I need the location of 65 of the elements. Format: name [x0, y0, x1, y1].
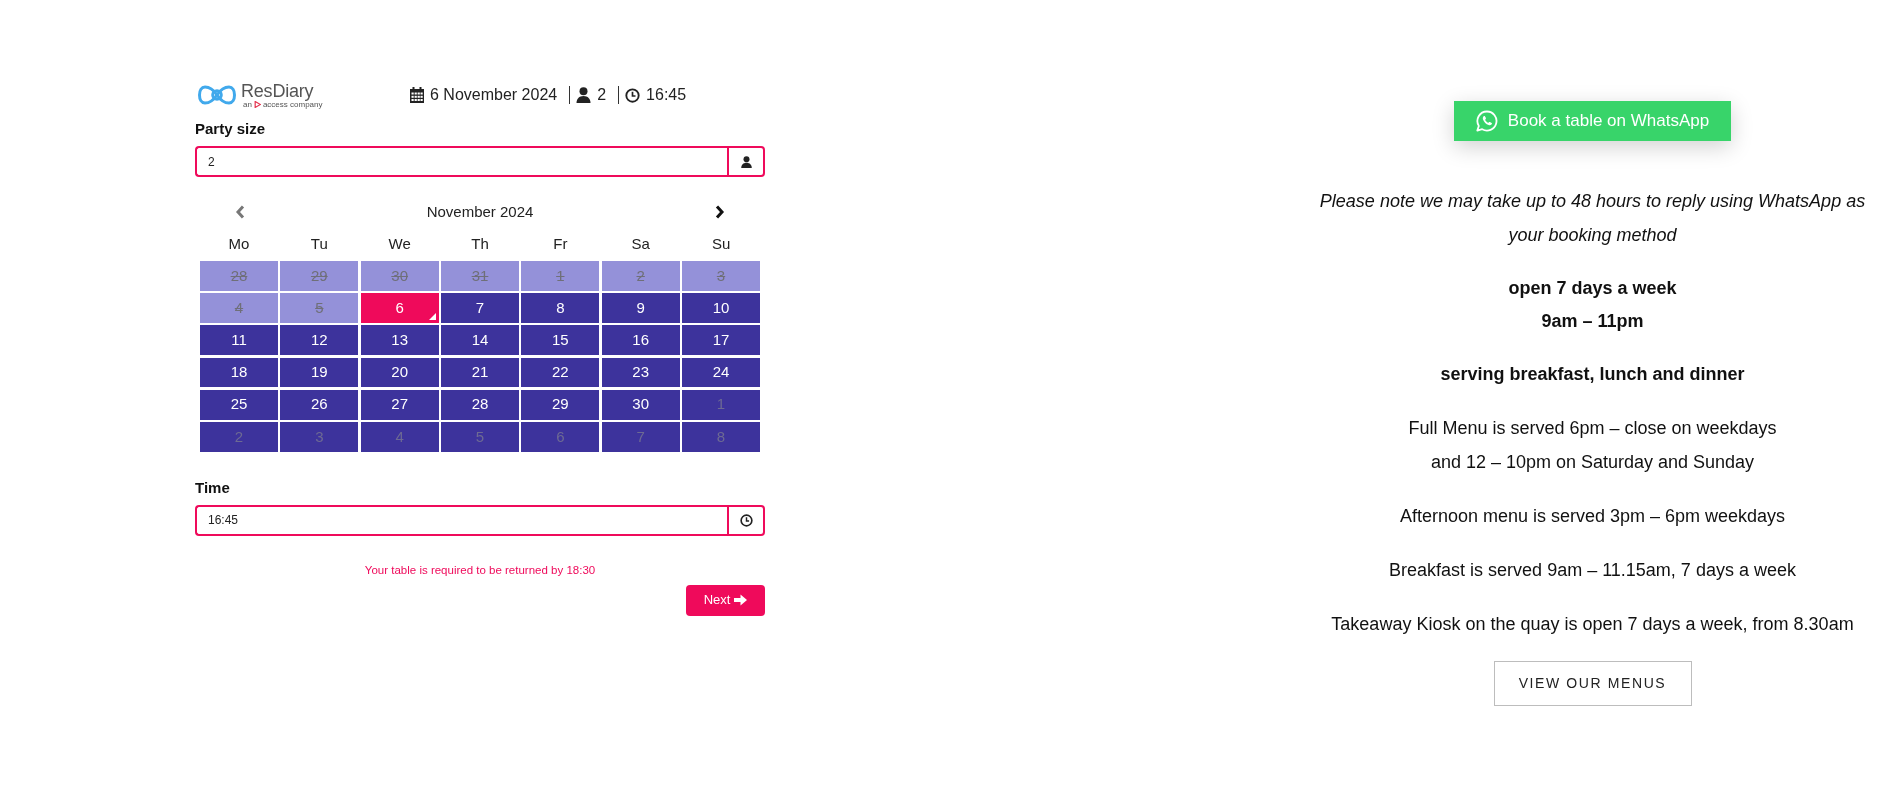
calendar-day[interactable]: 21: [441, 357, 519, 388]
logo-wordmark: ResDiary: [241, 81, 315, 100]
person-icon: [740, 155, 752, 168]
service-hours-text: Afternoon menu is served 3pm – 6pm weekdays: [1398, 505, 1787, 528]
calendar-day[interactable]: 7: [441, 293, 519, 323]
calendar-day[interactable]: 8: [521, 293, 600, 323]
field-label: Party size: [195, 120, 267, 138]
calendar-day[interactable]: 27: [360, 389, 439, 420]
service-hours-text: Takeaway Kiosk on the quay is open 7 days a week, from 8.30am: [1330, 613, 1855, 636]
weekday-label: Su: [710, 234, 732, 254]
weekday-label: Tu: [309, 234, 329, 254]
opening-hours-text: serving breakfast, lunch and dinner: [1439, 363, 1746, 386]
summary-party-size: 2: [597, 85, 607, 105]
calendar-month-title: November 2024: [426, 201, 534, 222]
weekday-label: Fr: [552, 234, 569, 254]
calendar-day[interactable]: 25: [200, 389, 278, 420]
calendar-day[interactable]: 30: [601, 389, 680, 420]
summary-time: 16:45: [646, 85, 687, 105]
time-input[interactable]: 16:45: [195, 504, 727, 536]
calendar-day[interactable]: 10: [682, 293, 760, 323]
arrow-right-icon: [734, 594, 748, 607]
clock-icon: [739, 513, 753, 527]
corner-mark-icon: [428, 313, 436, 320]
logo-icon: [198, 85, 236, 105]
service-hours-text: Breakfast is served 9am – 11.15am, 7 days a week: [1388, 559, 1797, 582]
opening-hours-text: open 7 days a week 9am – 11pm: [1507, 277, 1678, 333]
weekday-label: Mo: [227, 234, 251, 254]
calendar-day[interactable]: 19: [280, 357, 359, 388]
calendar-day[interactable]: 20: [360, 357, 439, 388]
calendar-day[interactable]: 29: [521, 389, 600, 420]
calendar-day[interactable]: 17: [682, 325, 760, 356]
party-size-input[interactable]: 2: [195, 146, 727, 177]
calendar-day[interactable]: 26: [280, 389, 359, 420]
next-button[interactable]: Next: [686, 584, 765, 616]
logo-tagline: an: [243, 99, 252, 109]
calendar-day[interactable]: 13: [360, 325, 439, 356]
calendar-day[interactable]: 28: [441, 389, 519, 420]
calendar-day[interactable]: 22: [521, 357, 600, 388]
calendar-day[interactable]: 9: [601, 293, 680, 323]
calendar-day[interactable]: 11: [200, 325, 278, 356]
return-time-notice: Your table is required to be returned by 18:30: [363, 562, 597, 578]
weekday-label: We: [387, 234, 412, 254]
summary-date: 6 November 2024: [430, 85, 558, 105]
person-icon: [576, 87, 592, 103]
calendar-day[interactable]: 14: [441, 325, 519, 356]
calendar-day[interactable]: 16: [601, 325, 680, 356]
calendar-day[interactable]: 12: [280, 325, 359, 356]
logo-mark-icon: [253, 100, 261, 108]
service-hours-text: Full Menu is served 6pm – close on weekdays and 12 – 10pm on Saturday and Sunday: [1407, 417, 1778, 474]
field-label: Time: [195, 478, 231, 497]
chat-phone-icon: [1475, 110, 1498, 132]
calendar-day[interactable]: 6: [360, 293, 439, 323]
calendar-day[interactable]: 15: [521, 325, 600, 356]
view-menus-button[interactable]: VIEW OUR MENUS: [1493, 661, 1692, 706]
weekday-label: Sa: [630, 234, 651, 254]
time-addon[interactable]: [727, 504, 765, 536]
booking-note-text: Please note we may take up to 48 hours to reply using WhatsApp as your booking method: [1318, 190, 1867, 247]
calendar-day[interactable]: 18: [200, 357, 278, 388]
weekday-label: Th: [470, 234, 490, 254]
clock-icon: [625, 87, 641, 103]
chevron-right-icon[interactable]: [715, 205, 725, 219]
calendar-icon: [410, 87, 424, 103]
calendar-day[interactable]: 24: [682, 357, 760, 388]
party-size-addon[interactable]: [727, 146, 765, 177]
calendar-day[interactable]: 23: [601, 357, 680, 388]
